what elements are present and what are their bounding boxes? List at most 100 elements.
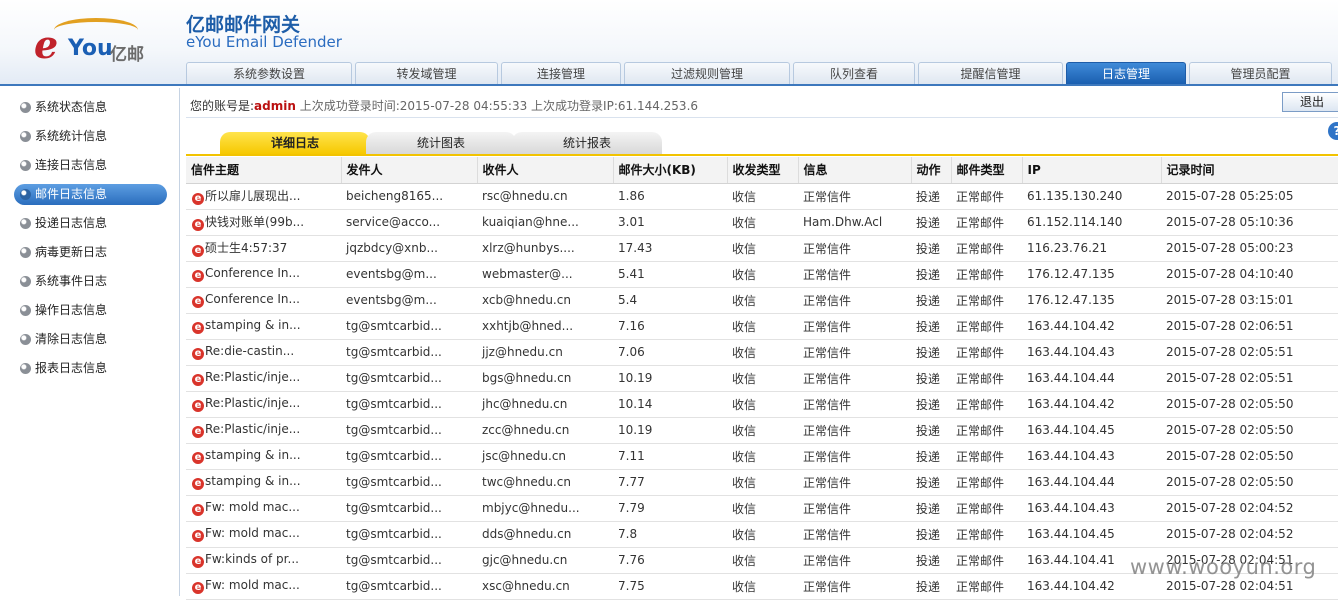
- sidebar-item-label: 系统统计信息: [35, 129, 108, 143]
- sidebar-item-connection-log[interactable]: 连接日志信息: [14, 155, 167, 176]
- column-header-info[interactable]: 信息: [798, 157, 912, 184]
- cell-subject[interactable]: e 硕士生4:57:37: [186, 235, 341, 262]
- cell-size: 7.16: [613, 313, 727, 340]
- table-row[interactable]: e Fw: mold mac... tg@smtcarbid... dds@hnedu…: [186, 521, 1338, 548]
- cell-recipient: twc@hnedu.cn: [477, 469, 613, 496]
- cell-direction: 收信: [727, 469, 798, 496]
- table-row[interactable]: e Re:Plastic/inje... tg@smtcarbid... jhc@hn…: [186, 391, 1338, 418]
- cell-subject[interactable]: e Fw: mold mac...: [186, 521, 341, 548]
- table-row[interactable]: e stamping & in... tg@smtcarbid... xxhtjb@h…: [186, 313, 1338, 340]
- tab-system-params[interactable]: 系统参数设置: [186, 62, 352, 84]
- bullet-icon: [20, 218, 31, 229]
- cell-time: 2015-07-28 02:05:50: [1161, 417, 1338, 444]
- cell-mail-type: 正常邮件: [951, 209, 1022, 236]
- column-header-direction[interactable]: 收发类型: [727, 157, 799, 184]
- cell-subject[interactable]: e stamping & in...: [186, 469, 341, 496]
- sidebar-item-system-stats[interactable]: 系统统计信息: [14, 126, 167, 147]
- logout-button[interactable]: 退出: [1282, 92, 1338, 112]
- column-header-subject[interactable]: 信件主题: [186, 157, 342, 184]
- cell-time: 2015-07-28 04:10:40: [1161, 261, 1338, 288]
- cell-sender: tg@smtcarbid...: [341, 469, 477, 496]
- cell-direction: 收信: [727, 313, 798, 340]
- sidebar-item-system-event-log[interactable]: 系统事件日志: [14, 271, 167, 292]
- cell-subject[interactable]: e Re:Plastic/inje...: [186, 391, 341, 418]
- cell-subject[interactable]: e Conference In...: [186, 287, 341, 314]
- column-header-recipient[interactable]: 收件人: [477, 157, 614, 184]
- table-row[interactable]: e Conference In... eventsbg@m... webmaster@…: [186, 261, 1338, 288]
- subject-text: 所以扉儿展现出...: [205, 189, 301, 203]
- tab-queue[interactable]: 队列查看: [793, 62, 915, 84]
- cell-time: 2015-07-28 05:10:36: [1161, 209, 1338, 236]
- cell-sender: tg@smtcarbid...: [341, 573, 477, 600]
- tab-forward-domain[interactable]: 转发域管理: [355, 62, 498, 84]
- cell-info: 正常信件: [798, 287, 911, 314]
- sidebar-item-virus-update-log[interactable]: 病毒更新日志: [14, 242, 167, 263]
- account-info-bar: 您的账号是:admin 上次成功登录时间:2015-07-28 04:55:33…: [186, 90, 1338, 118]
- cell-action: 投递: [911, 365, 951, 392]
- table-row[interactable]: e stamping & in... tg@smtcarbid... jsc@hned…: [186, 443, 1338, 470]
- sidebar-item-mail-log[interactable]: 邮件日志信息: [14, 184, 167, 205]
- table-row[interactable]: e Re:die-castin... tg@smtcarbid... jjz@hned…: [186, 339, 1338, 366]
- table-row[interactable]: e stamping & in... tg@smtcarbid... twc@hned…: [186, 469, 1338, 496]
- cell-info: 正常信件: [798, 495, 911, 522]
- account-name: admin: [254, 99, 296, 113]
- tab-log-management[interactable]: 日志管理: [1066, 62, 1186, 84]
- cell-info: 正常信件: [798, 521, 911, 548]
- cell-subject[interactable]: e Conference In...: [186, 261, 341, 288]
- cell-subject[interactable]: e stamping & in...: [186, 443, 341, 470]
- cell-subject[interactable]: e Fw: mold mac...: [186, 495, 341, 522]
- cell-subject[interactable]: e stamping & in...: [186, 313, 341, 340]
- cell-subject[interactable]: e 快钱对账单(99b...: [186, 209, 341, 236]
- cell-recipient: jjz@hnedu.cn: [477, 339, 613, 366]
- main-nav-tabs: 系统参数设置 转发域管理 连接管理 过滤规则管理 队列查看 提醒信管理 日志管理…: [186, 62, 1335, 84]
- column-header-sender[interactable]: 发件人: [341, 157, 478, 184]
- sidebar-item-system-status[interactable]: 系统状态信息: [14, 97, 167, 118]
- column-header-action[interactable]: 动作: [911, 157, 952, 184]
- sidebar-item-clear-log[interactable]: 清除日志信息: [14, 329, 167, 350]
- cell-subject[interactable]: e Fw:kinds of pr...: [186, 547, 341, 574]
- table-row[interactable]: e Conference In... eventsbg@m... xcb@hnedu.…: [186, 287, 1338, 314]
- cell-mail-type: 正常邮件: [951, 365, 1022, 392]
- cell-time: 2015-07-28 03:15:01: [1161, 287, 1338, 314]
- cell-ip: 163.44.104.45: [1022, 417, 1161, 444]
- cell-sender: jqzbdcy@xnb...: [341, 235, 477, 262]
- table-row[interactable]: e Fw: mold mac... tg@smtcarbid... mbjyc@hne…: [186, 495, 1338, 522]
- table-row[interactable]: e Re:Plastic/inje... tg@smtcarbid... zcc@hn…: [186, 417, 1338, 444]
- cell-sender: tg@smtcarbid...: [341, 495, 477, 522]
- cell-recipient: jhc@hnedu.cn: [477, 391, 613, 418]
- cell-direction: 收信: [727, 521, 798, 548]
- column-header-time[interactable]: 记录时间: [1161, 157, 1338, 184]
- cell-subject[interactable]: e 所以扉儿展现出...: [186, 183, 341, 210]
- cell-mail-type: 正常邮件: [951, 521, 1022, 548]
- sidebar-item-delivery-log[interactable]: 投递日志信息: [14, 213, 167, 234]
- product-title-en: eYou Email Defender: [186, 33, 342, 51]
- cell-subject[interactable]: e Re:Plastic/inje...: [186, 365, 341, 392]
- cell-subject[interactable]: e Re:Plastic/inje...: [186, 417, 341, 444]
- cell-subject[interactable]: e Re:die-castin...: [186, 339, 341, 366]
- subtab-detail-log[interactable]: 详细日志: [220, 132, 370, 154]
- cell-recipient: zcc@hnedu.cn: [477, 417, 613, 444]
- tab-admin-config[interactable]: 管理员配置: [1189, 62, 1332, 84]
- cell-action: 投递: [911, 573, 951, 600]
- tab-filter-rules[interactable]: 过滤规则管理: [624, 62, 790, 84]
- table-row[interactable]: e 快钱对账单(99b... service@acco... kuaiqian@hne…: [186, 209, 1338, 236]
- column-header-size[interactable]: 邮件大小(KB): [613, 157, 728, 184]
- table-row[interactable]: e 硕士生4:57:37 jqzbdcy@xnb... xlrz@hunbys....…: [186, 235, 1338, 262]
- tab-connection[interactable]: 连接管理: [501, 62, 621, 84]
- cell-info: 正常信件: [798, 391, 911, 418]
- cell-recipient: xsc@hnedu.cn: [477, 573, 613, 600]
- cell-mail-type: 正常邮件: [951, 391, 1022, 418]
- table-row[interactable]: e 所以扉儿展现出... beicheng8165... rsc@hnedu.cn 1.…: [186, 183, 1338, 210]
- table-row[interactable]: e Re:Plastic/inje... tg@smtcarbid... bgs@hn…: [186, 365, 1338, 392]
- cell-subject[interactable]: e Fw: mold mac...: [186, 573, 341, 600]
- tab-reminder[interactable]: 提醒信管理: [918, 62, 1063, 84]
- cell-sender: tg@smtcarbid...: [341, 391, 477, 418]
- logo-cn: 亿邮: [110, 45, 144, 65]
- column-header-ip[interactable]: IP: [1022, 157, 1162, 184]
- sidebar-item-report-log[interactable]: 报表日志信息: [14, 358, 167, 379]
- sidebar-item-operation-log[interactable]: 操作日志信息: [14, 300, 167, 321]
- subtab-stats-chart[interactable]: 统计图表: [366, 132, 516, 154]
- subtab-stats-report[interactable]: 统计报表: [512, 132, 662, 154]
- last-login-info: 上次成功登录时间:2015-07-28 04:55:33 上次成功登录IP:61…: [299, 99, 699, 113]
- column-header-mail-type[interactable]: 邮件类型: [951, 157, 1023, 184]
